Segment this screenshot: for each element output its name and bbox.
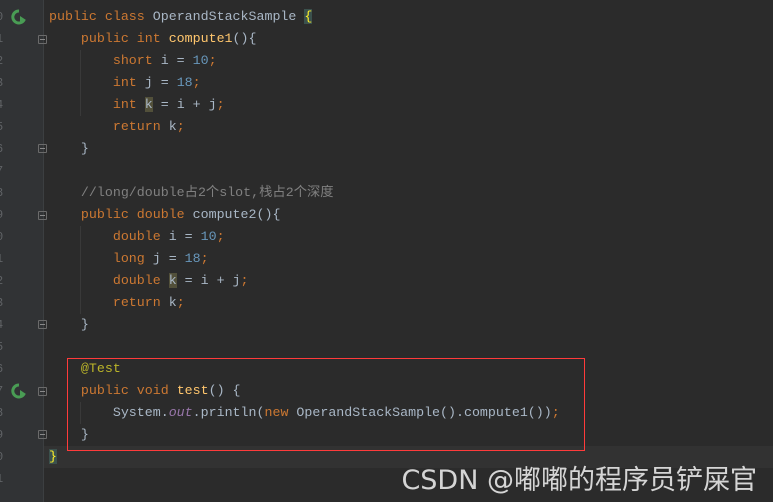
line-number: 2: [0, 270, 6, 292]
fold-icon[interactable]: [38, 35, 47, 44]
code-token: (){: [256, 207, 281, 222]
line-number: 9: [0, 204, 6, 226]
code-token: public: [49, 9, 105, 24]
code-line: }: [49, 138, 89, 160]
code-token: k: [168, 295, 177, 310]
code-line: long j = 18;: [49, 248, 209, 270]
fold-icon[interactable]: [38, 320, 47, 329]
code-token: ;: [176, 119, 185, 134]
code-token: j =: [152, 251, 185, 266]
code-line: }: [49, 446, 57, 468]
code-token: = i + j: [176, 273, 241, 288]
code-token: public: [49, 207, 137, 222]
line-number: 3: [0, 292, 6, 314]
code-token: ;: [192, 75, 201, 90]
code-token: int: [49, 75, 145, 90]
code-token: OperandStackSample: [152, 9, 305, 24]
code-token: ;: [216, 97, 225, 112]
code-token: double: [49, 273, 169, 288]
run-test-icon[interactable]: [11, 383, 27, 399]
code-token: k: [144, 97, 153, 112]
code-token: ;: [200, 251, 209, 266]
code-line: short i = 10;: [49, 50, 217, 72]
fold-icon[interactable]: [38, 144, 47, 153]
code-token: i =: [168, 229, 201, 244]
code-line: public double compute2(){: [49, 204, 281, 226]
code-token: public: [49, 31, 137, 46]
code-token: }: [49, 141, 89, 156]
line-number: 6: [0, 138, 6, 160]
code-token: int: [136, 31, 169, 46]
code-token: 10: [200, 229, 217, 244]
line-number: 1: [0, 28, 6, 50]
run-icon[interactable]: [11, 9, 27, 25]
code-line: int j = 18;: [49, 72, 201, 94]
gutter-divider: [43, 0, 44, 502]
fold-icon[interactable]: [38, 430, 47, 439]
line-number: 9: [0, 424, 6, 446]
code-line: //long/double占2个slot,栈占2个深度: [49, 182, 334, 204]
code-token: ;: [216, 229, 225, 244]
line-number: 0: [0, 226, 6, 248]
code-token: {: [304, 9, 313, 24]
code-token: (){: [232, 31, 257, 46]
code-token: 18: [184, 251, 201, 266]
line-number: 0: [0, 6, 6, 28]
code-line: double k = i + j;: [49, 270, 249, 292]
code-token: int: [49, 97, 145, 112]
code-line: return k;: [49, 116, 185, 138]
code-token: short: [49, 53, 161, 68]
line-number: 7: [0, 160, 6, 182]
code-token: i =: [160, 53, 193, 68]
fold-icon[interactable]: [38, 211, 47, 220]
code-token: }: [49, 449, 57, 464]
editor-gutter: [0, 0, 44, 502]
code-token: 18: [176, 75, 193, 90]
code-token: double: [136, 207, 193, 222]
line-number: 8: [0, 182, 6, 204]
code-line: int k = i + j;: [49, 94, 225, 116]
watermark: CSDN @嘟嘟的程序员铲屎官: [401, 465, 757, 496]
line-number: 2: [0, 50, 6, 72]
line-number: 7: [0, 380, 6, 402]
line-number: 3: [0, 72, 6, 94]
code-token: }: [49, 317, 89, 332]
fold-icon[interactable]: [38, 387, 47, 396]
line-number: 4: [0, 314, 6, 336]
code-line: }: [49, 314, 89, 336]
highlight-box: [67, 358, 585, 451]
code-token: return: [49, 295, 169, 310]
code-token: ;: [208, 53, 217, 68]
line-number: 5: [0, 116, 6, 138]
code-line: public int compute1(){: [49, 28, 257, 50]
code-token: class: [104, 9, 153, 24]
line-number: 0: [0, 446, 6, 468]
line-number: 1: [0, 468, 6, 490]
code-token: ;: [240, 273, 249, 288]
code-token: compute1: [168, 31, 233, 46]
code-token: = i + j: [152, 97, 217, 112]
code-token: ;: [176, 295, 185, 310]
code-token: //long/double占2个slot,栈占2个深度: [49, 185, 334, 200]
code-token: long: [49, 251, 153, 266]
code-token: compute2: [192, 207, 257, 222]
code-line: double i = 10;: [49, 226, 225, 248]
line-number: 5: [0, 336, 6, 358]
code-line: return k;: [49, 292, 185, 314]
code-token: double: [49, 229, 169, 244]
line-number: 4: [0, 94, 6, 116]
line-number: 8: [0, 402, 6, 424]
code-token: return: [49, 119, 169, 134]
code-token: j =: [144, 75, 177, 90]
code-token: k: [168, 273, 177, 288]
line-number: 1: [0, 248, 6, 270]
code-token: 10: [192, 53, 209, 68]
line-number: 6: [0, 358, 6, 380]
code-line: public class OperandStackSample {: [49, 6, 313, 28]
code-token: k: [168, 119, 177, 134]
